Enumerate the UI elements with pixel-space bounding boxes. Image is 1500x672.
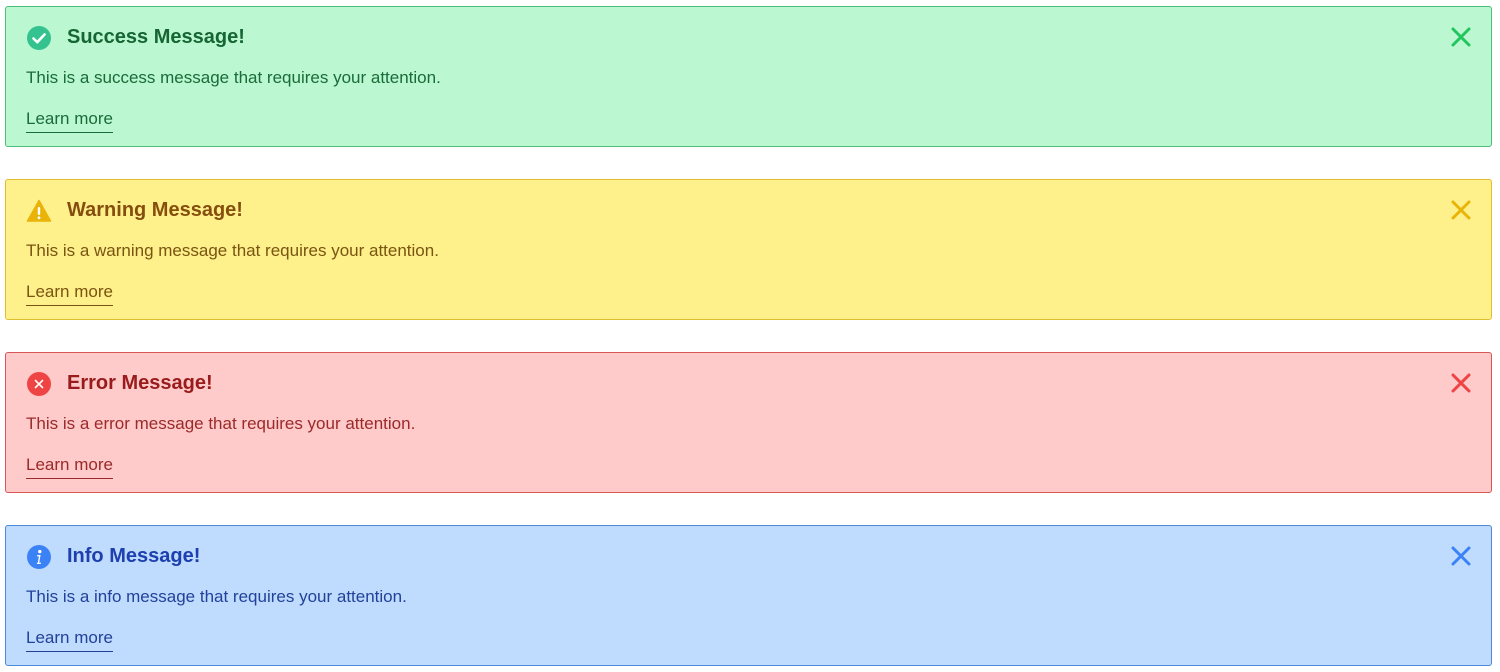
x-circle-icon <box>26 371 52 397</box>
info-circle-icon <box>26 544 52 570</box>
close-icon[interactable] <box>1449 371 1473 395</box>
close-icon[interactable] <box>1449 544 1473 568</box>
alert-message: This is a success message that requires … <box>26 68 441 87</box>
alert-message: This is a error message that requires yo… <box>26 414 416 433</box>
info-alert: Info Message! This is a info message tha… <box>5 525 1492 666</box>
learn-more-link[interactable]: Learn more <box>26 627 113 652</box>
success-alert: Success Message! This is a success messa… <box>5 6 1492 147</box>
alert-title: Info Message! <box>67 545 201 567</box>
alert-title: Success Message! <box>67 26 245 48</box>
learn-more-link[interactable]: Learn more <box>26 281 113 306</box>
warning-triangle-icon <box>26 198 52 224</box>
learn-more-link[interactable]: Learn more <box>26 108 113 133</box>
warning-alert: Warning Message! This is a warning messa… <box>5 179 1492 320</box>
alert-title: Warning Message! <box>67 199 243 221</box>
close-icon[interactable] <box>1449 25 1473 49</box>
close-icon[interactable] <box>1449 198 1473 222</box>
check-circle-icon <box>26 25 52 51</box>
learn-more-link[interactable]: Learn more <box>26 454 113 479</box>
alert-stack: Success Message! This is a success messa… <box>0 0 1500 672</box>
alert-message: This is a warning message that requires … <box>26 241 439 260</box>
alert-message: This is a info message that requires you… <box>26 587 407 606</box>
alert-title: Error Message! <box>67 372 213 394</box>
error-alert: Error Message! This is a error message t… <box>5 352 1492 493</box>
